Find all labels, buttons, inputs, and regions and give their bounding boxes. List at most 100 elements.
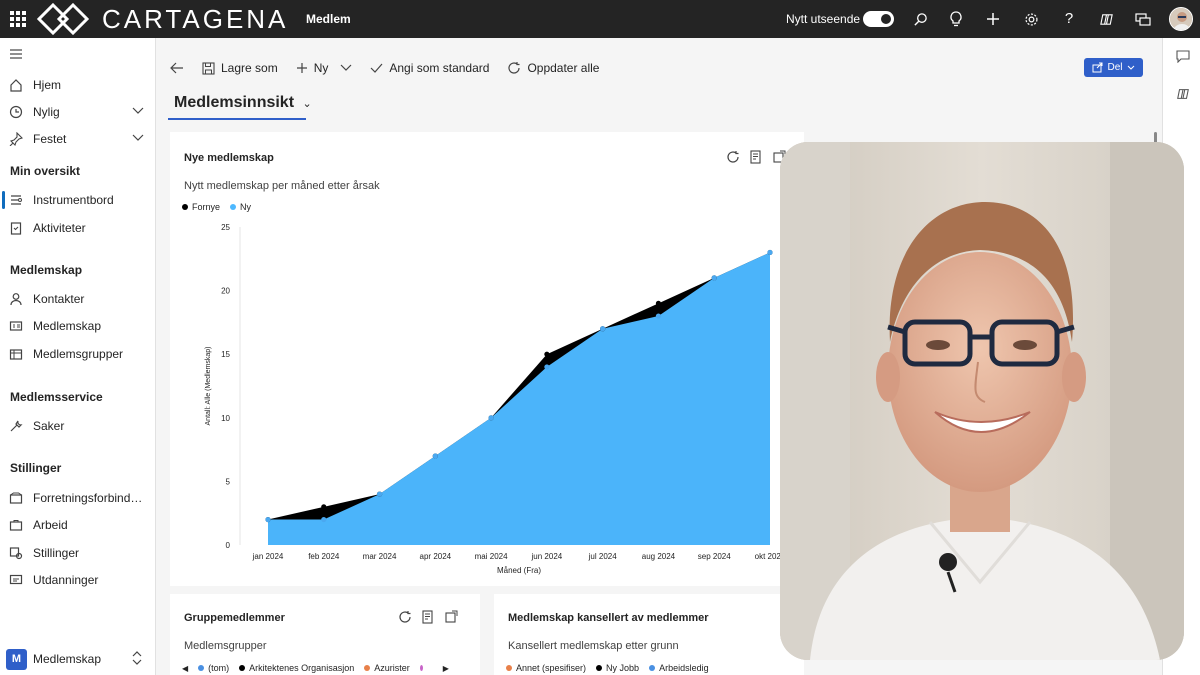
legend-dot [198,665,205,671]
data-point-ny [655,313,662,319]
dashboard-selector[interactable]: Medlemsinnsikt ⌄ [174,94,312,112]
legend-label: Azurister [374,663,410,673]
sidebar-item-label: Forretningsforbindel... [33,491,148,505]
chart-card-group-members: Gruppemedlemmer Medlemsgrupper ◀ (tom) A… [170,594,480,675]
area-badge: M [6,648,27,670]
save-as-label: Lagre som [221,61,278,75]
legend-dot [364,665,371,671]
save-as-button[interactable]: Lagre som [202,61,278,75]
legend-item[interactable]: Ny Jobb [596,663,639,673]
chevron-down-icon[interactable] [132,133,144,145]
legend-prev-icon[interactable]: ◀ [182,664,188,673]
sidebar-item-contacts[interactable]: Kontakter [0,286,155,312]
dashboard-icon [9,193,23,207]
sidebar-item-work[interactable]: Arbeid [0,512,155,538]
dashboard-title: Medlemsinnsikt [174,94,295,111]
education-icon [9,573,23,587]
legend-next-icon[interactable]: ▶ [443,664,449,673]
area-switcher[interactable]: M Medlemskap [0,646,155,672]
sidebar-item-activities[interactable]: Aktiviteter [0,215,155,241]
help-icon[interactable]: ? [1060,10,1078,28]
sidebar-menu-toggle[interactable] [0,41,155,67]
building-icon [9,491,23,505]
chevron-down-icon[interactable] [340,64,352,72]
new-button[interactable]: Ny [296,61,353,75]
pin-icon [9,132,23,146]
data-point-fornye [655,300,662,306]
y-tick-label: 25 [221,223,230,232]
chat-icon[interactable] [1134,10,1152,28]
sidebar-item-educations[interactable]: Utdanninger [0,567,155,593]
plus-icon[interactable] [984,10,1002,28]
y-tick-label: 5 [226,477,231,486]
set-default-button[interactable]: Angi som standard [370,61,489,75]
expand-icon[interactable] [445,610,458,623]
data-point-ny [432,453,438,459]
briefcase-icon [9,518,23,532]
legend-item[interactable]: Arkitektenes Organisasjon [239,663,354,673]
new-look-toggle[interactable] [863,11,894,27]
legend-item[interactable]: (tom) [198,663,229,673]
copilot-icon[interactable] [1097,10,1115,28]
share-label: Del [1107,62,1123,73]
sidebar-item-label: Festet [33,132,67,146]
sidebar-item-label: Arbeid [33,518,68,532]
sidebar-item-positions[interactable]: Stillinger [0,540,155,566]
back-button[interactable] [170,62,184,74]
y-axis-label: Antall: Alle (Medlemskap) [205,347,212,426]
sidebar-item-pinned[interactable]: Festet [0,126,155,152]
sidebar-item-home[interactable]: Hjem [0,72,155,98]
sidebar-item-dashboards[interactable]: Instrumentbord [0,187,155,213]
chevron-down-icon: ⌄ [302,98,312,110]
x-tick-label: jan 2024 [252,552,284,561]
data-point-ny [767,249,773,256]
legend-item[interactable]: Annet (spesifiser) [506,663,586,673]
cartagena-logo [37,3,89,35]
refresh-all-button[interactable]: Oppdater alle [507,61,599,75]
legend-dot [419,665,423,671]
data-point-fornye [321,504,327,510]
lightbulb-icon[interactable] [947,10,965,28]
user-avatar[interactable] [1169,7,1193,31]
top-bar: CARTAGENA Medlem Nytt utseende ? [0,0,1200,38]
chevron-updown-icon[interactable] [132,650,142,668]
copilot-icon[interactable] [1175,86,1191,102]
share-button[interactable]: Del [1084,58,1143,77]
gear-icon[interactable] [1022,10,1040,28]
sidebar-item-memberships[interactable]: Medlemskap [0,313,155,339]
chevron-down-icon [1127,65,1134,70]
search-icon[interactable] [911,10,929,28]
records-icon[interactable] [422,610,435,624]
save-as-icon [202,61,215,75]
data-point-ny [321,516,327,523]
sidebar-item-recent[interactable]: Nylig [0,99,155,125]
brand-name: CARTAGENA [102,4,289,34]
legend-item[interactable]: Azurister [364,663,410,673]
x-tick-label: mai 2024 [475,552,508,561]
card-toolbar [398,610,458,624]
legend-item[interactable]: Arbeidsledig [649,663,709,673]
sidebar-item-label: Utdanninger [33,573,99,587]
legend-label: Arkitektenes Organisasjon [249,663,355,673]
card-subtitle: Kansellert medlemskap etter grunn [508,640,679,652]
app-name[interactable]: Medlem [306,12,351,26]
x-tick-label: jul 2024 [588,552,618,561]
x-tick-label: feb 2024 [308,552,340,561]
x-tick-label: apr 2024 [420,552,452,561]
x-tick-label: mar 2024 [363,552,397,561]
sidebar-item-business-relations[interactable]: Forretningsforbindel... [0,485,155,511]
sidebar-item-cases[interactable]: Saker [0,413,155,439]
hamburger-icon[interactable] [9,47,23,61]
series-area-ny [268,252,770,545]
positions-icon [9,546,23,560]
sidebar-section-jobs: Stillinger [10,461,62,475]
app-launcher-icon[interactable] [10,11,26,27]
sidebar-item-member-groups[interactable]: Medlemsgrupper [0,341,155,367]
legend-dot [506,665,512,671]
legend-label: (tom) [208,663,230,673]
refresh-icon[interactable] [398,610,412,624]
chevron-down-icon[interactable] [132,106,144,118]
chat-icon[interactable] [1175,48,1191,64]
dashboard-title-underline [168,118,306,120]
data-point-ny [265,516,271,523]
